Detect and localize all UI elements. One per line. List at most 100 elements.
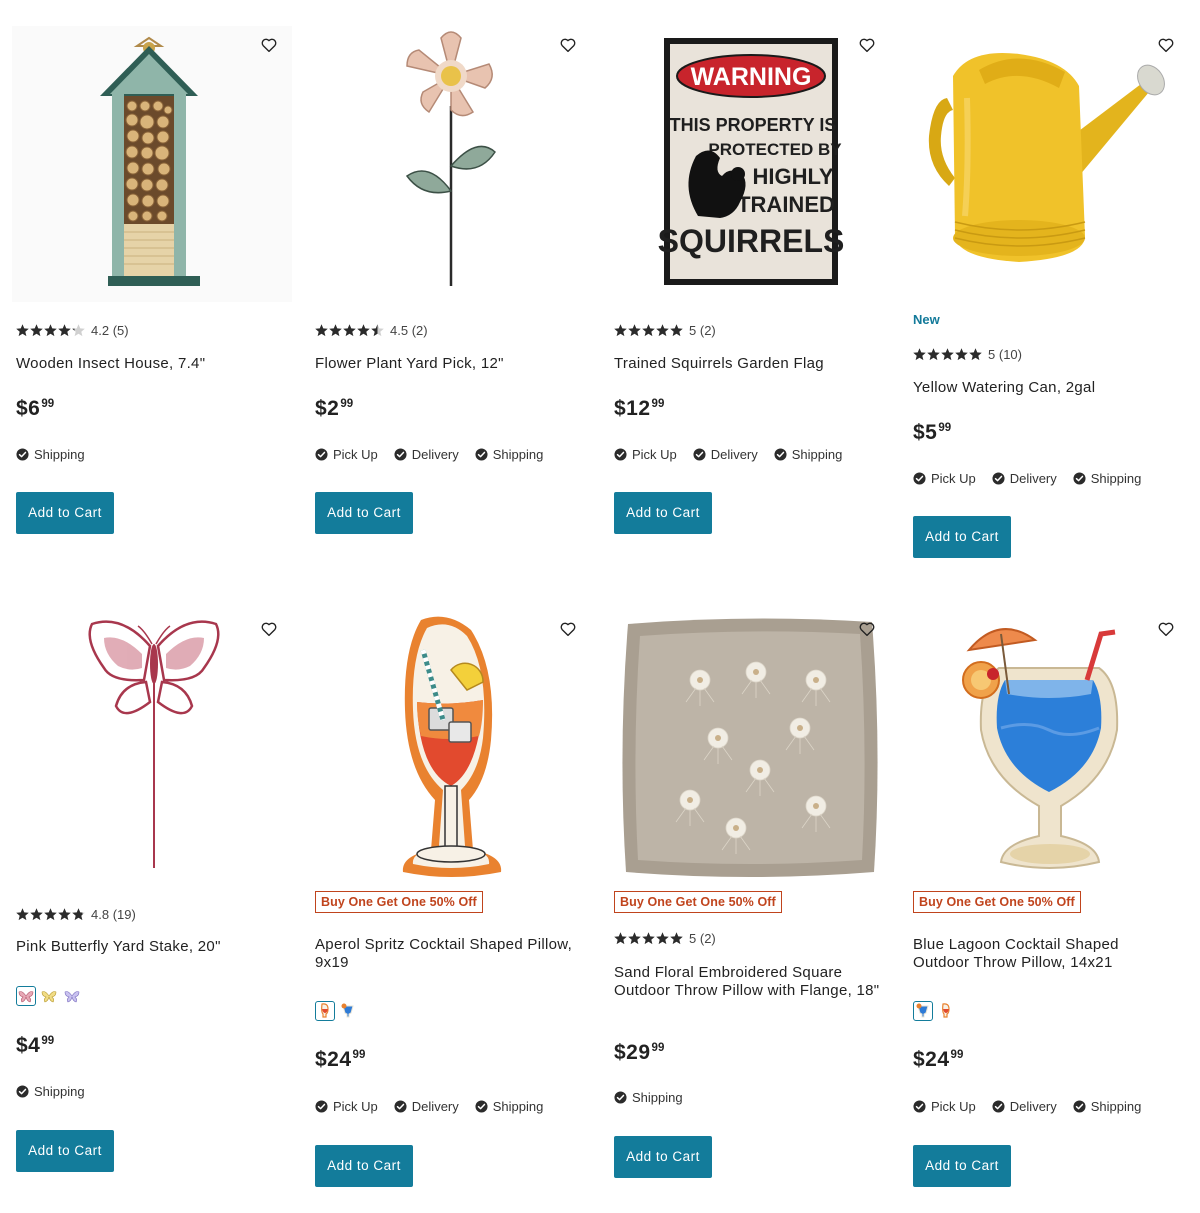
product-card: 4.8 (19) Pink Butterfly Yard Stake, 20" … xyxy=(12,610,298,1172)
swatch-blue-lagoon-pillow[interactable] xyxy=(913,1001,933,1021)
fulfillment-label: Pick Up xyxy=(632,447,677,462)
flower-pick-image[interactable] xyxy=(311,26,591,302)
add-to-cart-button[interactable]: Add to Cart xyxy=(913,516,1011,558)
product-image-area[interactable] xyxy=(610,610,890,886)
swatch-pink-butterfly[interactable] xyxy=(16,986,36,1006)
star-icon xyxy=(941,347,954,360)
add-to-cart-button[interactable]: Add to Cart xyxy=(913,1145,1011,1187)
heart-icon[interactable] xyxy=(260,36,278,54)
fulfillment-options: Shipping xyxy=(614,1090,699,1105)
rating-value: 5 xyxy=(689,322,697,338)
product-title[interactable]: Trained Squirrels Garden Flag xyxy=(614,355,824,373)
fulfillment-label: Delivery xyxy=(710,447,758,462)
check-circle-icon xyxy=(693,448,706,461)
swatch-yellow-butterfly[interactable] xyxy=(39,986,59,1006)
fulfillment-options: Pick Up Delivery Shipping xyxy=(913,471,1157,486)
star-icon xyxy=(72,907,85,920)
product-title[interactable]: Wooden Insect House, 7.4" xyxy=(16,355,205,373)
check-circle-icon xyxy=(394,448,407,461)
insect-house-image[interactable] xyxy=(12,26,292,302)
product-grid: 4.2 (5) Wooden Insect House, 7.4" $699 S… xyxy=(0,0,1200,1213)
swatch-aperol-pillow[interactable] xyxy=(936,1001,956,1021)
review-count[interactable]: (5) xyxy=(113,323,129,338)
star-icon xyxy=(614,323,627,336)
star-icon xyxy=(628,323,641,336)
watering-can-image[interactable] xyxy=(909,26,1189,302)
product-image-area[interactable] xyxy=(909,26,1189,302)
heart-icon[interactable] xyxy=(559,620,577,638)
new-badge: New xyxy=(913,312,940,327)
product-title[interactable]: Aperol Spritz Cocktail Shaped Pillow, 9x… xyxy=(315,936,593,971)
product-image-area[interactable] xyxy=(311,26,591,302)
star-icon xyxy=(642,323,655,336)
star-icon xyxy=(58,907,71,920)
star-icon xyxy=(44,323,57,336)
heart-icon[interactable] xyxy=(1157,36,1175,54)
fulfillment-pick-up: Pick Up xyxy=(315,1099,378,1114)
review-count[interactable]: (19) xyxy=(113,907,136,922)
fulfillment-shipping: Shipping xyxy=(1073,1099,1142,1114)
blue-lagoon-pillow-image[interactable] xyxy=(909,610,1189,886)
blue-lagoon-pillow-icon xyxy=(916,1003,929,1018)
butterfly-stake-image[interactable] xyxy=(12,610,292,886)
heart-icon[interactable] xyxy=(858,620,876,638)
add-to-cart-button[interactable]: Add to Cart xyxy=(614,492,712,534)
fulfillment-options: Shipping xyxy=(16,1084,101,1099)
product-image-area[interactable] xyxy=(311,610,591,886)
review-count[interactable]: (2) xyxy=(700,931,716,946)
product-title[interactable]: Pink Butterfly Yard Stake, 20" xyxy=(16,938,221,956)
product-image-area[interactable] xyxy=(909,610,1189,886)
product-title[interactable]: Flower Plant Yard Pick, 12" xyxy=(315,355,504,373)
star-icon xyxy=(315,323,328,336)
review-count[interactable]: (2) xyxy=(412,323,428,338)
add-to-cart-button[interactable]: Add to Cart xyxy=(614,1136,712,1178)
product-card: 4.2 (5) Wooden Insect House, 7.4" $699 S… xyxy=(12,26,298,534)
check-circle-icon xyxy=(1073,1100,1086,1113)
color-swatches xyxy=(913,1001,959,1021)
swatch-aperol-pillow[interactable] xyxy=(315,1001,335,1021)
product-title[interactable]: Yellow Watering Can, 2gal xyxy=(913,379,1095,397)
heart-icon[interactable] xyxy=(260,620,278,638)
star-icon xyxy=(670,931,683,944)
product-image-area[interactable]: WARNING THIS PROPERTY IS PROTECTED BY HI… xyxy=(610,26,890,302)
fulfillment-options: Pick Up Delivery Shipping xyxy=(614,447,858,462)
add-to-cart-button[interactable]: Add to Cart xyxy=(16,492,114,534)
swatch-blue-lagoon-pillow[interactable] xyxy=(338,1001,358,1021)
flag-line: SQUIRRELS xyxy=(658,223,845,259)
product-image-area[interactable] xyxy=(12,26,292,302)
fulfillment-shipping: Shipping xyxy=(475,447,543,462)
swatch-purple-butterfly[interactable] xyxy=(62,986,82,1006)
product-title[interactable]: Blue Lagoon Cocktail Shaped Outdoor Thro… xyxy=(913,936,1153,971)
fulfillment-label: Shipping xyxy=(1090,471,1142,486)
aperol-pillow-image[interactable] xyxy=(311,610,591,886)
star-icon xyxy=(656,323,669,336)
star-icon xyxy=(343,323,356,336)
floral-pillow-image[interactable] xyxy=(610,610,890,886)
heart-icon[interactable] xyxy=(858,36,876,54)
fulfillment-label: Delivery xyxy=(411,1099,459,1114)
yellow-butterfly-icon xyxy=(41,991,57,1003)
rating: 5 (2) xyxy=(614,930,716,946)
review-count[interactable]: (2) xyxy=(700,323,716,338)
product-title[interactable]: Sand Floral Embroidered Square Outdoor T… xyxy=(614,964,886,999)
product-image-area[interactable] xyxy=(12,610,292,886)
star-rating xyxy=(16,907,86,921)
star-icon xyxy=(927,347,940,360)
heart-icon[interactable] xyxy=(559,36,577,54)
star-icon xyxy=(44,907,57,920)
review-count[interactable]: (10) xyxy=(999,347,1022,362)
star-icon xyxy=(72,323,85,336)
check-circle-icon xyxy=(913,1100,926,1113)
add-to-cart-button[interactable]: Add to Cart xyxy=(315,492,413,534)
product-price: $499 xyxy=(16,1034,55,1057)
squirrel-flag-image[interactable]: WARNING THIS PROPERTY IS PROTECTED BY HI… xyxy=(610,26,890,302)
add-to-cart-button[interactable]: Add to Cart xyxy=(315,1145,413,1187)
star-icon xyxy=(357,323,370,336)
add-to-cart-button[interactable]: Add to Cart xyxy=(16,1130,114,1172)
star-icon xyxy=(16,323,29,336)
product-price: $699 xyxy=(16,397,55,420)
fulfillment-label: Shipping xyxy=(1090,1099,1142,1114)
product-price: $1299 xyxy=(614,397,665,420)
heart-icon[interactable] xyxy=(1157,620,1175,638)
flag-warning-text: WARNING xyxy=(691,63,812,91)
